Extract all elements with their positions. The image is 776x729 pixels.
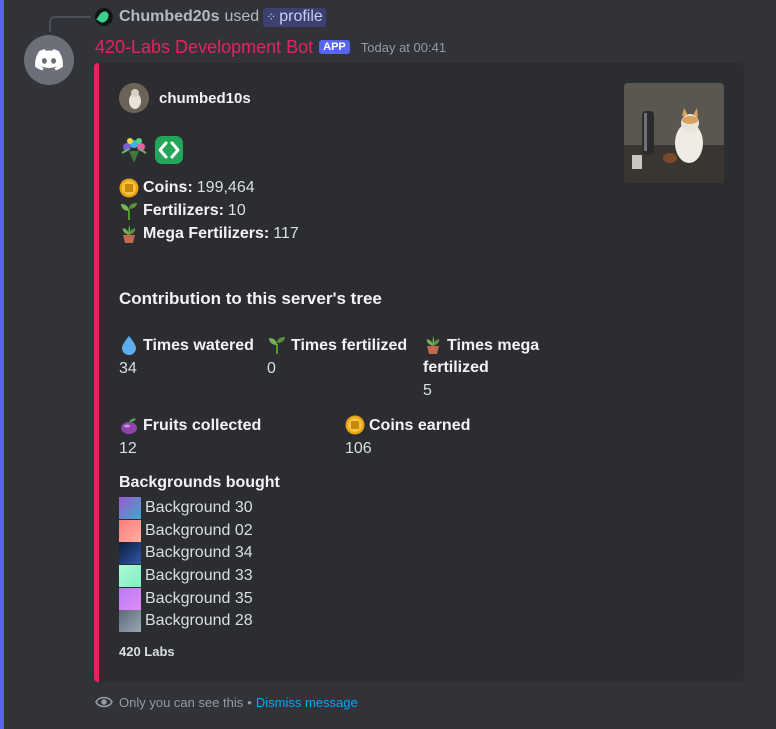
- dismiss-message-link[interactable]: Dismiss message: [256, 695, 358, 710]
- times-fertilized-name: Times fertilized: [267, 335, 417, 357]
- background-item: Background 30: [119, 497, 253, 520]
- reply-connector: [49, 16, 91, 32]
- eye-icon: [95, 696, 113, 708]
- fruits-collected-value: 12: [119, 440, 137, 457]
- author-avatar: [119, 83, 149, 113]
- background-item: Background 28: [119, 610, 253, 633]
- times-mega-fertilized-value: 5: [423, 382, 432, 399]
- background-name: Background 28: [145, 612, 253, 630]
- command-reply-header[interactable]: Chumbed20s used ⁘ profile: [95, 6, 326, 28]
- message-highlight-bar: [0, 0, 4, 729]
- reply-username[interactable]: Chumbed20s: [119, 8, 219, 26]
- background-name: Background 35: [145, 589, 253, 607]
- background-item: Background 35: [119, 587, 253, 610]
- currency-stats: Coins: 199,464 Fertilizers: 10 Mega Fert…: [119, 176, 299, 245]
- times-mega-fertilized-name: Times mega fertilized: [423, 335, 553, 379]
- sprout-icon: [267, 335, 287, 355]
- backgrounds-heading: Backgrounds bought: [119, 474, 280, 491]
- command-name: profile: [279, 7, 323, 25]
- coins-earned-field: Coins earned 106: [345, 415, 565, 460]
- discord-logo-icon: [35, 49, 63, 71]
- fruits-collected-label: Fruits collected: [143, 417, 262, 434]
- command-mention[interactable]: ⁘ profile: [263, 7, 326, 27]
- backgrounds-heading-field: Backgrounds bought: [119, 472, 280, 494]
- mega-fertilizers-stat: Mega Fertilizers: 117: [119, 222, 299, 245]
- embed-thumbnail[interactable]: [624, 83, 724, 183]
- background-name: Background 33: [145, 567, 253, 585]
- coins-earned-name: Coins earned: [345, 415, 565, 437]
- times-watered-name: Times watered: [119, 335, 261, 357]
- contribution-heading: Contribution to this server's tree: [119, 289, 382, 308]
- ephemeral-separator: •: [247, 694, 252, 710]
- background-item: Background 02: [119, 519, 253, 543]
- slash-command-icon: ⁘: [266, 9, 277, 24]
- fruit-icon: [119, 415, 139, 435]
- potted-plant-icon: [119, 224, 139, 244]
- mega-fertilizers-label: Mega Fertilizers:: [143, 224, 270, 242]
- reply-used-text: used: [224, 8, 260, 25]
- background-name: Background 30: [145, 499, 253, 517]
- background-swatch: [119, 565, 141, 588]
- bot-avatar[interactable]: [24, 35, 74, 85]
- sprout-icon: [119, 201, 139, 221]
- ephemeral-notice: Only you can see this • Dismiss message: [95, 693, 358, 711]
- coins-stat: Coins: 199,464: [119, 176, 299, 199]
- background-name: Background 34: [145, 544, 253, 562]
- background-name: Background 02: [145, 521, 253, 539]
- fertilizers-stat: Fertilizers: 10: [119, 199, 299, 222]
- mega-fertilizers-value: 117: [273, 224, 299, 242]
- times-watered-field: Times watered 34: [119, 335, 261, 380]
- background-swatch: [119, 519, 141, 542]
- embed-footer: 420 Labs: [119, 644, 175, 659]
- times-watered-value: 34: [119, 360, 137, 377]
- app-badge: APP: [319, 40, 350, 54]
- times-fertilized-field: Times fertilized 0: [267, 335, 417, 380]
- coins-label: Coins:: [143, 178, 193, 196]
- times-mega-fertilized-label: Times mega fertilized: [423, 337, 540, 376]
- author-name: chumbed10s: [159, 89, 251, 107]
- background-item: Background 33: [119, 565, 253, 588]
- fruits-collected-field: Fruits collected 12: [119, 415, 339, 460]
- fruits-collected-name: Fruits collected: [119, 415, 339, 437]
- coin-icon: [119, 178, 139, 198]
- background-swatch: [119, 587, 141, 610]
- fertilizers-label: Fertilizers:: [143, 201, 224, 219]
- coins-earned-label: Coins earned: [369, 417, 471, 434]
- embed-author: chumbed10s: [119, 83, 251, 113]
- coin-icon: [345, 415, 365, 435]
- coins-value: 199,464: [196, 178, 255, 196]
- profile-embed: chumbed10s Coins: 199,464 Fertilizers: 1…: [94, 63, 744, 682]
- ephemeral-note: Only you can see this: [119, 694, 244, 710]
- developer-badge-icon: [155, 136, 183, 164]
- times-watered-label: Times watered: [143, 337, 254, 354]
- message-header: 420-Labs Development Bot APP Today at 00…: [95, 36, 446, 58]
- times-fertilized-value: 0: [267, 360, 276, 377]
- backgrounds-list: Background 30 Background 02 Background 34 B…: [119, 497, 253, 633]
- times-mega-fertilized-field: Times mega fertilized 5: [423, 335, 553, 402]
- reply-user-avatar[interactable]: [95, 8, 113, 26]
- background-swatch: [119, 610, 141, 633]
- background-swatch: [119, 497, 141, 520]
- user-badges: [119, 135, 189, 165]
- message-timestamp[interactable]: Today at 00:41: [361, 40, 446, 55]
- background-item: Background 34: [119, 542, 253, 565]
- coins-earned-value: 106: [345, 440, 372, 457]
- fertilizers-value: 10: [227, 201, 246, 219]
- water-drop-icon: [119, 335, 139, 355]
- background-swatch: [119, 542, 141, 565]
- bouquet-badge-icon: [121, 138, 147, 163]
- bot-username[interactable]: 420-Labs Development Bot: [95, 37, 313, 58]
- times-fertilized-label: Times fertilized: [291, 337, 408, 354]
